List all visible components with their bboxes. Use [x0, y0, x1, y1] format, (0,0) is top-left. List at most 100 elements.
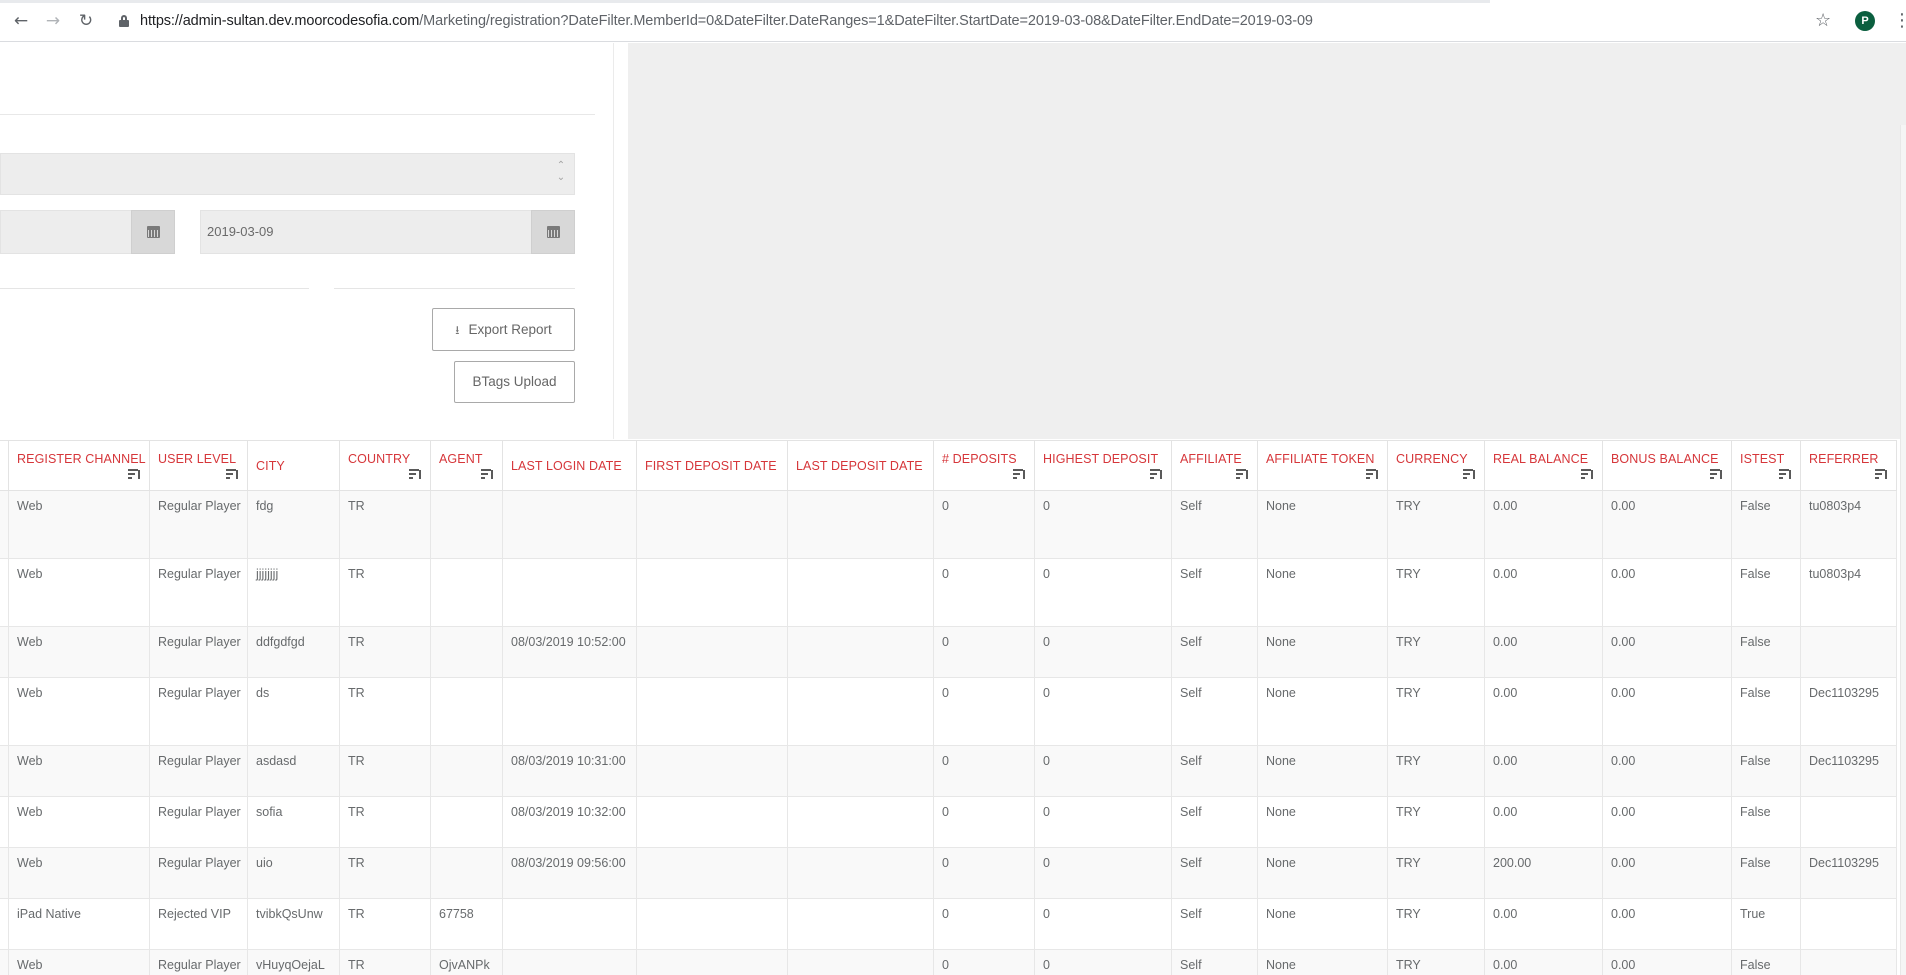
vertical-scrollbar[interactable] — [1900, 125, 1906, 975]
cell-highest-deposit: 0 — [1034, 745, 1172, 797]
cell-first-deposit-date — [636, 677, 788, 746]
cell-deposits: 0 — [933, 898, 1035, 950]
column-header-deposits[interactable]: # DEPOSITS — [933, 440, 1035, 491]
cell-user-level: Regular Player — [149, 847, 248, 899]
column-header-referrer[interactable]: REFERRER — [1800, 440, 1897, 491]
bookmark-star-icon[interactable]: ☆ — [1815, 10, 1831, 31]
column-header-highest-deposit[interactable]: HIGHEST DEPOSIT — [1034, 440, 1172, 491]
column-header-last-login-date[interactable]: LAST LOGIN DATE — [502, 440, 637, 491]
lock-icon[interactable] — [119, 15, 129, 27]
cell-country: TR — [339, 558, 431, 627]
cell-deposits: 0 — [933, 949, 1035, 975]
cell-affiliate-token: None — [1257, 847, 1388, 899]
cell-last-deposit-date — [787, 745, 934, 797]
sort-filter-icon[interactable] — [1710, 467, 1723, 479]
column-header-city[interactable]: CITY — [247, 440, 340, 491]
sort-filter-icon[interactable] — [1366, 467, 1379, 479]
sort-filter-icon[interactable] — [1463, 467, 1476, 479]
sort-filter-icon[interactable] — [1779, 467, 1792, 479]
cell-real-balance: 0.00 — [1484, 745, 1603, 797]
cell-country: TR — [339, 949, 431, 975]
cell-city: vHuyqOejaL — [247, 949, 340, 975]
cell-register-channel: Web — [8, 626, 150, 678]
sort-filter-icon[interactable] — [128, 467, 141, 479]
sort-filter-icon[interactable] — [1581, 467, 1594, 479]
address-bar[interactable]: https://admin-sultan.dev.moorcodesofia.c… — [140, 13, 1313, 29]
cell-city: tvibkQsUnw — [247, 898, 340, 950]
cell-real-balance: 0.00 — [1484, 626, 1603, 678]
column-header-bonus-balance[interactable]: BONUS BALANCE — [1602, 440, 1732, 491]
cell-highest-deposit: 0 — [1034, 847, 1172, 899]
sort-filter-icon[interactable] — [1875, 467, 1888, 479]
column-header-istest[interactable]: ISTEST — [1731, 440, 1801, 491]
sort-filter-icon[interactable] — [1013, 467, 1026, 479]
export-report-button[interactable]: ⭳ Export Report — [432, 308, 575, 351]
cell-city: jjjjjjjj — [247, 558, 340, 627]
sort-filter-icon[interactable] — [1236, 467, 1249, 479]
cell-last-deposit-date — [787, 558, 934, 627]
table-row[interactable]: Web Regular Player jjjjjjjj TR 0 0 Self None TRY… — [0, 558, 1897, 627]
table-row[interactable]: Web Regular Player asdasd TR 08/03/2019 10:3… — [0, 745, 1897, 797]
cell-real-balance: 0.00 — [1484, 898, 1603, 950]
export-report-label: Export Report — [468, 322, 552, 337]
column-header-user-level[interactable]: USER LEVEL — [149, 440, 248, 491]
row-cut-cell — [0, 898, 9, 950]
cell-currency: TRY — [1387, 796, 1485, 848]
column-header-agent[interactable]: AGENT — [430, 440, 503, 491]
column-header-affiliate-token[interactable]: AFFILIATE TOKEN — [1257, 440, 1388, 491]
reload-icon[interactable]: ↻ — [75, 10, 97, 32]
member-select[interactable]: ⌃ ⌄ — [0, 153, 575, 195]
column-header-country[interactable]: COUNTRY — [339, 440, 431, 491]
column-header-real-balance[interactable]: REAL BALANCE — [1484, 440, 1603, 491]
sort-filter-icon[interactable] — [226, 467, 239, 479]
table-row[interactable]: Web Regular Player uio TR 08/03/2019 09:56:0… — [0, 847, 1897, 899]
cell-register-channel: Web — [8, 847, 150, 899]
cell-agent — [430, 490, 503, 559]
table-row[interactable]: Web Regular Player fdg TR 0 0 Self None TRY 0.00 0… — [0, 490, 1897, 559]
sort-filter-icon[interactable] — [1150, 467, 1163, 479]
cell-highest-deposit: 0 — [1034, 626, 1172, 678]
cell-istest: True — [1731, 898, 1801, 950]
btags-upload-button[interactable]: BTags Upload — [454, 361, 575, 403]
back-icon[interactable]: ← — [10, 10, 32, 32]
cell-istest: False — [1731, 558, 1801, 627]
column-header-register-channel[interactable]: REGISTER CHANNEL — [8, 440, 150, 491]
cell-country: TR — [339, 626, 431, 678]
cell-last-login-date: 08/03/2019 10:52:00 — [502, 626, 637, 678]
table-row[interactable]: Web Regular Player vHuyqOejaL TR OjvANPk 0 0 Se… — [0, 949, 1897, 975]
sort-filter-icon[interactable] — [409, 467, 422, 479]
row-cut-cell — [0, 745, 9, 797]
cell-affiliate-token: None — [1257, 677, 1388, 746]
column-header-currency[interactable]: CURRENCY — [1387, 440, 1485, 491]
column-header-label: REFERRER — [1809, 452, 1879, 466]
end-date-input[interactable]: 2019-03-09 — [200, 210, 532, 254]
column-header-label: COUNTRY — [348, 452, 411, 466]
cell-referrer: tu0803p4 — [1800, 490, 1897, 559]
table-row[interactable]: Web Regular Player ds TR 0 0 Self None TRY 0.00 0.… — [0, 677, 1897, 746]
start-date-calendar-button[interactable] — [131, 210, 175, 254]
cell-last-deposit-date — [787, 847, 934, 899]
registration-table[interactable]: REGISTER CHANNEL USER LEVEL CITY COUNTRY AGE… — [0, 440, 1906, 975]
cell-referrer: Dec1103295 — [1800, 745, 1897, 797]
table-row[interactable]: iPad Native Rejected VIP tvibkQsUnw TR 67758… — [0, 898, 1897, 950]
cell-user-level: Regular Player — [149, 745, 248, 797]
cell-first-deposit-date — [636, 949, 788, 975]
column-header-last-deposit-date[interactable]: LAST DEPOSIT DATE — [787, 440, 934, 491]
column-header-first-deposit-date[interactable]: FIRST DEPOSIT DATE — [636, 440, 788, 491]
sort-filter-icon[interactable] — [481, 467, 494, 479]
chart-area-placeholder — [628, 43, 1906, 439]
cell-istest: False — [1731, 626, 1801, 678]
cell-real-balance: 0.00 — [1484, 949, 1603, 975]
column-header-cut — [0, 440, 9, 491]
cell-deposits: 0 — [933, 626, 1035, 678]
profile-avatar[interactable]: P — [1855, 11, 1875, 31]
forward-icon[interactable]: → — [42, 10, 64, 32]
end-date-calendar-button[interactable] — [531, 210, 575, 254]
column-header-label: LAST LOGIN DATE — [511, 458, 622, 473]
column-header-affiliate[interactable]: AFFILIATE — [1171, 440, 1258, 491]
browser-menu-icon[interactable]: ⋮ — [1893, 10, 1906, 31]
start-date-input[interactable] — [0, 210, 132, 254]
cell-first-deposit-date — [636, 558, 788, 627]
table-row[interactable]: Web Regular Player ddfgdfgd TR 08/03/2019 10… — [0, 626, 1897, 678]
table-row[interactable]: Web Regular Player sofia TR 08/03/2019 10:32… — [0, 796, 1897, 848]
